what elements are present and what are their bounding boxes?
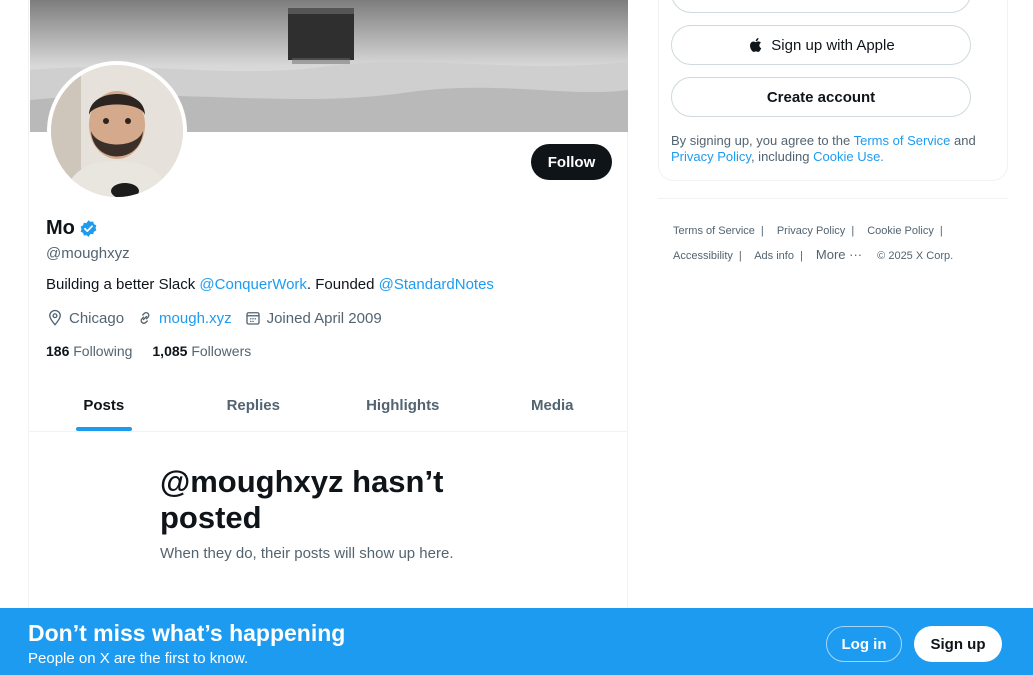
tab-media[interactable]: Media [478,379,628,431]
location-item: Chicago [46,309,124,327]
footer-separator: | [939,225,943,237]
joined-item: Joined April 2009 [244,309,382,327]
profile-tabs: Posts Replies Highlights Media [29,379,627,432]
sidebar-divider [658,198,1008,199]
signup-card: Sign up with Apple Create account By sig… [658,0,1008,181]
tab-replies[interactable]: Replies [179,379,329,431]
footer-accessibility[interactable]: Accessibility [673,250,733,262]
bio-mention-conquerwork[interactable]: @ConquerWork [199,276,307,293]
tab-highlights[interactable]: Highlights [328,379,478,431]
footer-terms[interactable]: Terms of Service [673,225,755,237]
empty-state-title: @moughxyz hasn’t posted [160,464,444,535]
bottom-signup-bar: Don’t miss what’s happening People on X … [0,608,1033,675]
link-icon [140,312,150,324]
legal-and: and [950,133,976,148]
avatar[interactable] [47,61,187,201]
footer-separator: | [799,250,803,262]
legal-including: , including [750,149,814,164]
footer-copyright: © 2025 X Corp. [877,250,954,262]
avatar-image [51,65,183,197]
google-signup-button[interactable] [671,0,971,13]
tab-posts-label: Posts [83,396,125,414]
following-count: 186 [46,343,70,359]
followers-link[interactable]: 1,085 Followers [152,343,251,359]
website-item: mough.xyz [136,309,232,327]
calendar-icon [245,312,260,325]
footer-separator: | [760,225,764,237]
location-icon [49,309,61,326]
create-account-button[interactable]: Create account [671,77,971,117]
footer-more-button[interactable]: More ··· [816,247,862,262]
apple-icon [750,38,762,52]
bio-text: Building a better Slack [46,276,200,293]
profile-meta: Chicago mough.xyz Joined April 2009 [46,309,394,327]
footer-privacy[interactable]: Privacy Policy [777,225,845,237]
tab-highlights-label: Highlights [366,396,440,414]
follow-button[interactable]: Follow [531,144,612,180]
legal-prefix: By signing up, you agree to the [671,133,854,148]
cookie-link[interactable]: Cookie Use. [813,149,884,164]
signup-legal-text: By signing up, you agree to the Terms of… [671,133,1001,165]
profile-bio: Building a better Slack @ConquerWork. Fo… [46,276,494,293]
apple-signup-button[interactable]: Sign up with Apple [671,25,971,65]
following-label: Following [73,343,133,359]
apple-signup-label: Sign up with Apple [771,36,895,54]
profile-column: Follow Mo @moughxyz Building a better Sl… [28,0,628,675]
tab-posts[interactable]: Posts [29,379,179,431]
tab-media-label: Media [530,396,574,414]
footer-links: Terms of Service | Privacy Policy | Cookie… [673,219,993,268]
verified-badge-icon[interactable] [79,219,98,238]
create-account-label: Create account [766,88,876,106]
profile-name: Mo [46,217,75,239]
profile-handle: @moughxyz [46,245,130,262]
website-link[interactable]: mough.xyz [159,310,232,327]
profile-name-row: Mo [46,217,98,240]
bottom-bar-subtitle: People on X are the first to know. [28,650,249,667]
footer-cookie[interactable]: Cookie Policy [867,225,934,237]
followers-count: 1,085 [152,343,188,359]
login-button[interactable]: Log in [826,626,902,662]
footer-separator: | [851,225,855,237]
followers-label: Followers [191,343,252,359]
bio-text-middle: . Founded [306,276,379,293]
profile-stats: 186 Following 1,085 Followers [46,343,271,359]
tab-replies-label: Replies [226,396,280,414]
footer-separator: | [738,250,742,262]
bottom-bar-title: Don’t miss what’s happening [28,620,346,646]
google-icon [812,0,830,2]
privacy-link[interactable]: Privacy Policy [671,149,751,164]
empty-state-subtitle: When they do, their posts will show up h… [160,545,454,562]
footer-ads[interactable]: Ads info [754,250,794,262]
following-link[interactable]: 186 Following [46,343,132,359]
bio-mention-standardnotes[interactable]: @StandardNotes [379,276,494,293]
joined-text: Joined April 2009 [266,309,382,327]
terms-link[interactable]: Terms of Service [854,133,951,148]
signup-button[interactable]: Sign up [914,626,1002,662]
active-tab-indicator [75,427,132,431]
location-text: Chicago [69,309,125,327]
